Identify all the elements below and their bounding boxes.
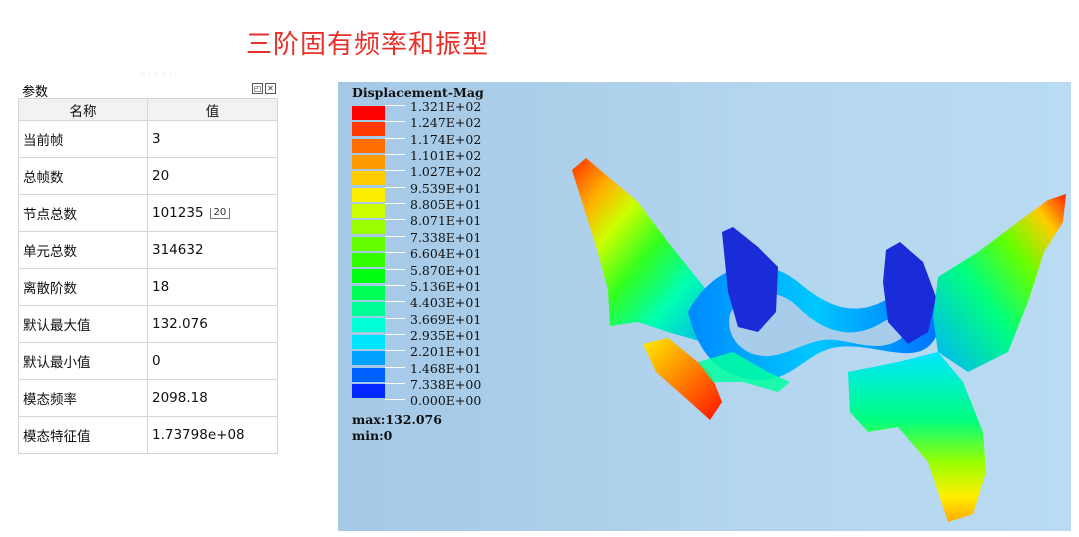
table-row[interactable]: 当前帧 3 — [18, 120, 278, 158]
param-name: 模态频率 — [18, 379, 148, 417]
param-name: 默认最小值 — [18, 342, 148, 380]
close-icon[interactable]: ✕ — [265, 83, 276, 94]
param-name: 当前帧 — [18, 120, 148, 158]
slide-title: 三阶固有频率和振型 — [246, 30, 490, 60]
column-header-name[interactable]: 名称 — [18, 98, 148, 121]
drag-handle-dots[interactable]: · · · · · — [141, 70, 173, 79]
column-header-value[interactable]: 值 — [147, 98, 278, 121]
right-lower-flap-mesh — [848, 352, 986, 522]
table-row[interactable]: 单元总数 314632 — [18, 231, 278, 269]
param-name: 总帧数 — [18, 157, 148, 195]
param-value: 314632 — [147, 231, 278, 269]
right-arm-mesh — [933, 194, 1066, 372]
cell-tooltip-hint: 20 — [209, 208, 231, 219]
param-name: 模态特征值 — [18, 416, 148, 454]
table-row[interactable]: 总帧数 20 — [18, 157, 278, 195]
float-window-icon[interactable]: ◰ — [252, 83, 263, 94]
param-value: 18 — [147, 268, 278, 306]
param-name: 单元总数 — [18, 231, 148, 269]
param-name: 离散阶数 — [18, 268, 148, 306]
fea-result-viewport[interactable]: Displacement-Mag 1.321E+02 1.247E+02 1.174… — [338, 82, 1071, 531]
param-value: 1.73798e+08 — [147, 416, 278, 454]
table-row[interactable]: 节点总数 101235 20 — [18, 194, 278, 232]
parameter-panel: 参数 ◰ ✕ 名称 值 当前帧 3 总帧数 20 节点总数 101235 20 — [18, 80, 278, 454]
panel-header: 参数 ◰ ✕ — [18, 80, 278, 100]
param-value: 2098.18 — [147, 379, 278, 417]
param-value: 0 — [147, 342, 278, 380]
table-row[interactable]: 模态频率 2098.18 — [18, 379, 278, 417]
param-value: 20 — [147, 157, 278, 195]
param-name: 节点总数 — [18, 194, 148, 232]
panel-controls: ◰ ✕ — [252, 83, 276, 94]
table-row[interactable]: 离散阶数 18 — [18, 268, 278, 306]
param-value: 101235 — [152, 205, 204, 221]
deformed-mesh-model — [572, 158, 1066, 522]
param-value: 3 — [147, 120, 278, 158]
table-row[interactable]: 模态特征值 1.73798e+08 — [18, 416, 278, 454]
param-value-cell: 101235 20 — [147, 194, 278, 232]
parameter-table: 名称 值 当前帧 3 总帧数 20 节点总数 101235 20 单元总数 314… — [18, 98, 278, 454]
table-header-row: 名称 值 — [18, 98, 278, 121]
panel-title: 参数 — [22, 85, 49, 100]
table-row[interactable]: 默认最小值 0 — [18, 342, 278, 380]
param-name: 默认最大值 — [18, 305, 148, 343]
table-row[interactable]: 默认最大值 132.076 — [18, 305, 278, 343]
param-value: 132.076 — [147, 305, 278, 343]
